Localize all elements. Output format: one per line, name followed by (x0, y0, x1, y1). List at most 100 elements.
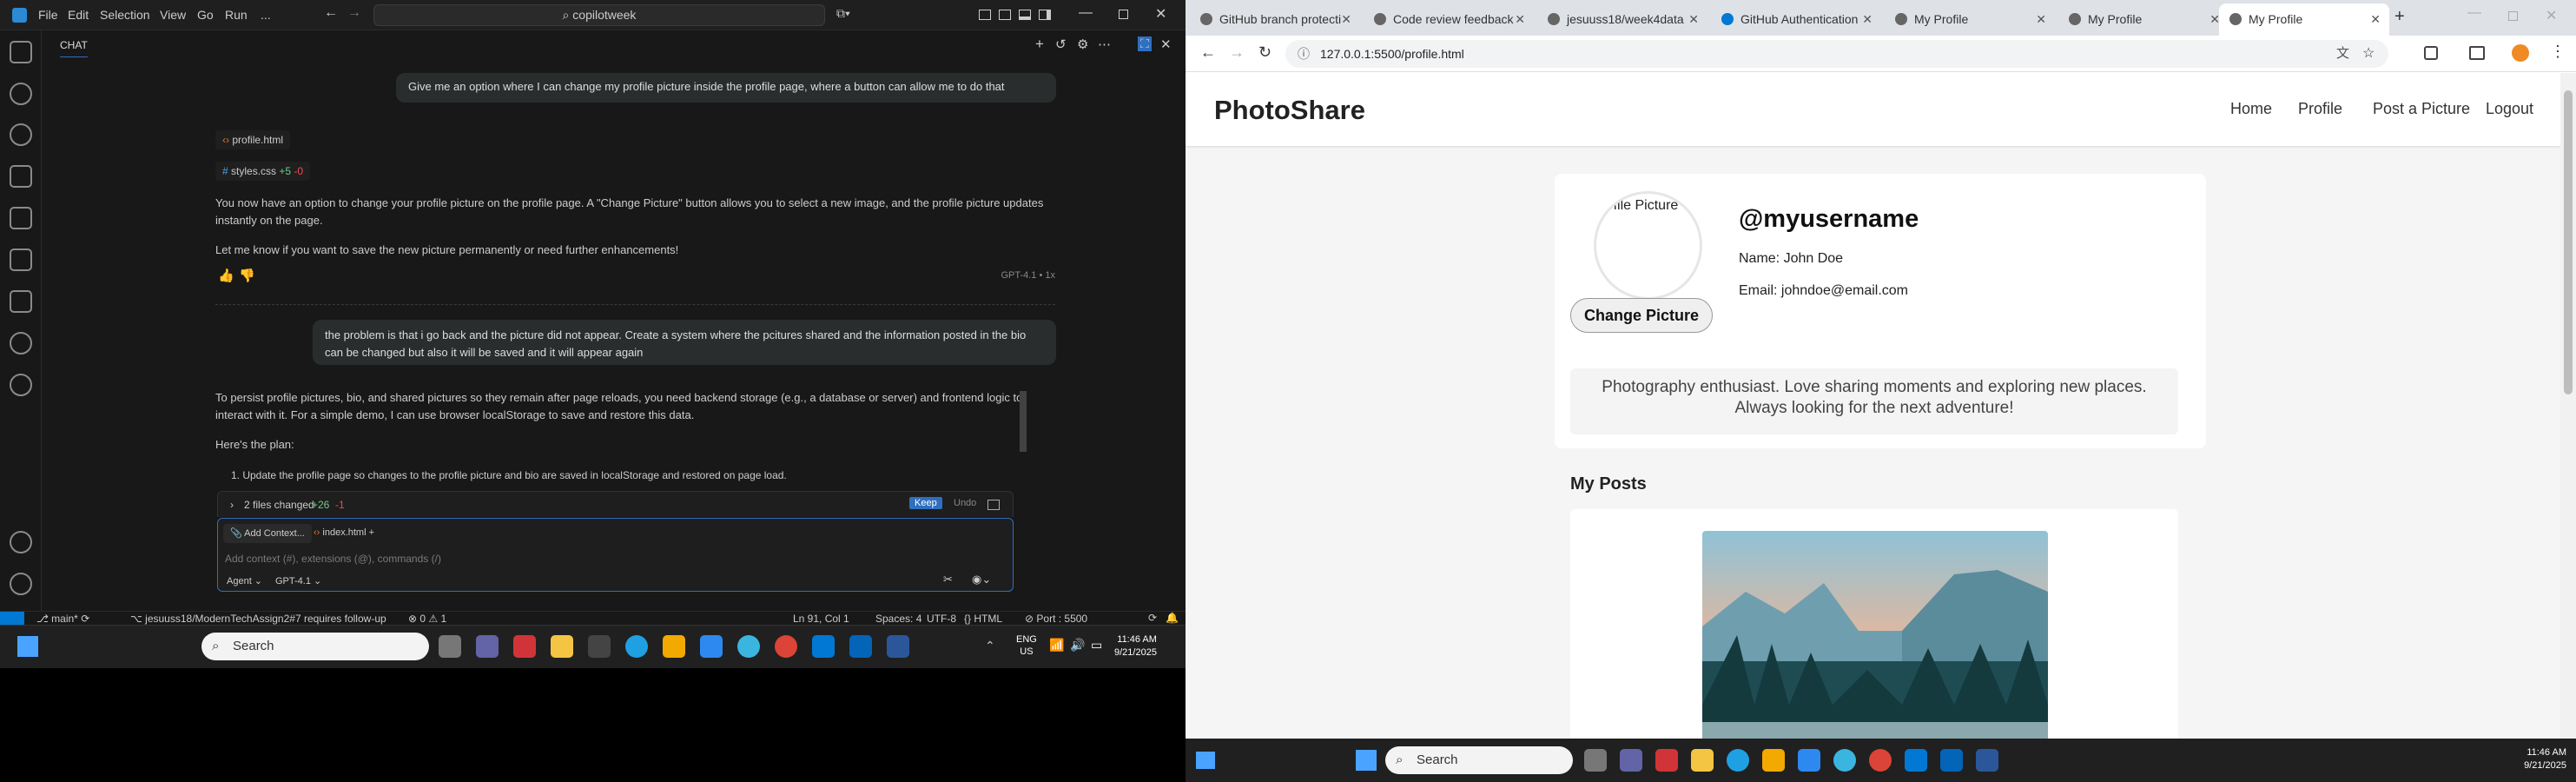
reload-icon[interactable]: ↻ (1258, 43, 1271, 62)
close-panel-icon[interactable]: ✕ (1160, 36, 1172, 52)
tab-chat[interactable]: CHAT (60, 39, 88, 57)
indentation-status[interactable]: Spaces: 4 (875, 613, 921, 625)
live-server-status[interactable]: ⊘ Port : 5500 (1025, 613, 1087, 625)
copilot-status-icon[interactable]: ⟳ (1148, 612, 1157, 624)
teams-icon[interactable] (476, 635, 499, 658)
store-icon[interactable] (1762, 749, 1785, 772)
file-explorer-icon[interactable] (1691, 749, 1714, 772)
toggle-secondary-sidebar-icon[interactable] (1039, 10, 1051, 20)
chat-scrollbar[interactable] (1020, 391, 1027, 452)
back-arrow-icon[interactable]: ← (324, 5, 338, 21)
mcafee-icon[interactable] (513, 635, 536, 658)
nav-profile[interactable]: Profile (2298, 100, 2342, 118)
chrome-icon[interactable] (1869, 749, 1892, 772)
taskbar-search[interactable]: ⌕ Search (1385, 746, 1573, 774)
add-context-button[interactable]: 📎 Add Context... (223, 524, 312, 543)
weather-icon[interactable] (700, 635, 723, 658)
menu-run[interactable]: Run (225, 8, 248, 22)
store-icon[interactable] (663, 635, 685, 658)
chrome-menu-icon[interactable]: ⋮ (2550, 43, 2566, 61)
menu-selection[interactable]: Selection (100, 8, 150, 22)
extensions-icon[interactable] (10, 207, 32, 229)
close-tab-icon[interactable]: ✕ (1341, 3, 1351, 36)
site-info-icon[interactable]: ⓘ (1298, 40, 1310, 68)
menu-go[interactable]: Go (197, 8, 214, 22)
changed-files-bar[interactable]: › 2 files changed +26 -1 Keep Undo (217, 491, 1014, 517)
new-tab-icon[interactable]: + (2394, 7, 2405, 27)
close-tab-icon[interactable]: ✕ (1688, 3, 1699, 36)
bookmark-star-icon[interactable]: ☆ (2362, 40, 2375, 68)
nav-logout[interactable]: Logout (2486, 100, 2533, 118)
restore-icon[interactable] (2508, 11, 2518, 21)
wifi-icon[interactable]: 📶 (1049, 638, 1064, 653)
clock[interactable]: 11:46 AM 9/21/2025 (2497, 746, 2566, 772)
start-icon[interactable] (1356, 750, 1377, 771)
maximize-icon[interactable]: ⛶ (1138, 36, 1152, 51)
copilot-app-icon[interactable] (1833, 749, 1856, 772)
tools-icon[interactable]: ✂ (943, 573, 953, 586)
site-brand[interactable]: PhotoShare (1214, 95, 1365, 126)
new-chat-icon[interactable]: + (1035, 36, 1044, 53)
volume-icon[interactable]: 🔊 (1070, 638, 1085, 653)
pr-status[interactable]: ⌥ jesuuss18/ModernTechAssign2#7 requires… (130, 613, 386, 625)
branch-status[interactable]: ⎇ main* ⟳ (36, 613, 89, 625)
toggle-panel-icon[interactable] (1019, 10, 1031, 20)
change-picture-button[interactable]: Change Picture (1570, 298, 1713, 333)
account-icon[interactable] (10, 531, 32, 553)
post-photo[interactable] (1702, 531, 2048, 739)
chat-settings-icon[interactable]: ⚙ (1077, 36, 1088, 52)
chat-input-box[interactable]: 📎 Add Context... ‹› index.html + Add con… (217, 518, 1014, 592)
keep-button[interactable]: Keep (909, 497, 942, 509)
browser-tab[interactable]: GitHub Authentication ✕ (1711, 3, 1881, 36)
clock[interactable]: 11:46 AM 9/21/2025 (1114, 633, 1157, 659)
extensions-icon[interactable] (2424, 46, 2438, 60)
settings-gear-icon[interactable] (10, 573, 32, 595)
edge-icon[interactable] (1727, 749, 1749, 772)
address-bar[interactable]: ⓘ 127.0.0.1:5500/profile.html 文 ☆ (1285, 40, 2388, 68)
problems-status[interactable]: ⊗ 0 ⚠ 1 (408, 613, 446, 625)
vscode-taskbar-icon[interactable] (812, 635, 835, 658)
cursor-position[interactable]: Ln 91, Col 1 (793, 613, 849, 625)
context-file-chip[interactable]: ‹› index.html + (314, 527, 374, 538)
taskbar-widgets-icon[interactable] (1196, 752, 1215, 769)
mcafee-icon[interactable] (1655, 749, 1678, 772)
layout-panel-icon[interactable] (979, 10, 991, 20)
remote-icon[interactable] (10, 374, 32, 396)
edge-icon[interactable] (625, 635, 648, 658)
translate-icon[interactable]: 文 (2336, 40, 2349, 68)
side-panel-icon[interactable] (2469, 46, 2485, 60)
back-icon[interactable]: ← (1200, 43, 1216, 62)
browser-tab-active[interactable]: My Profile ✕ (2219, 3, 2389, 36)
weather-icon[interactable] (1798, 749, 1820, 772)
close-tab-icon[interactable]: ✕ (2370, 3, 2381, 36)
scroll-thumb[interactable] (2564, 90, 2573, 394)
menu-view[interactable]: View (160, 8, 186, 22)
agent-mode-dropdown[interactable]: Agent ⌄ (227, 575, 262, 586)
word-icon[interactable] (887, 635, 909, 658)
outlook-icon[interactable] (849, 635, 872, 658)
copilot-app-icon[interactable] (737, 635, 760, 658)
undo-button[interactable]: Undo (948, 497, 981, 509)
nav-home[interactable]: Home (2230, 100, 2272, 118)
battery-icon[interactable]: ▭ (1091, 638, 1102, 653)
file-chip-styles[interactable]: # styles.css +5 -0 (215, 162, 311, 181)
more-actions-icon[interactable]: ⋯ (1098, 36, 1111, 52)
chat-input-placeholder[interactable]: Add context (#), extensions (@), command… (225, 553, 441, 565)
browser-tab[interactable]: My Profile ✕ (2058, 3, 2229, 36)
remote-indicator[interactable] (0, 612, 24, 625)
encoding-status[interactable]: UTF-8 (927, 613, 956, 625)
source-control-icon[interactable] (10, 123, 32, 146)
thumbs-down-icon[interactable]: 👎 (239, 268, 255, 283)
task-view-icon[interactable] (1584, 749, 1607, 772)
nav-post-picture[interactable]: Post a Picture (2373, 100, 2470, 118)
file-explorer-icon[interactable] (551, 635, 573, 658)
outlook-icon[interactable] (1940, 749, 1963, 772)
start-icon[interactable] (17, 636, 38, 657)
notifications-icon[interactable]: 🔔 (1166, 612, 1179, 624)
close-tab-icon[interactable]: ✕ (1515, 3, 1525, 36)
layout-sidebar-icon[interactable] (999, 10, 1011, 20)
forward-icon[interactable]: → (1229, 43, 1245, 62)
tray-chevron-icon[interactable]: ⌃ (985, 639, 995, 653)
add-file-icon[interactable]: + (369, 527, 374, 538)
thumbs-up-icon[interactable]: 👍 (218, 268, 234, 283)
